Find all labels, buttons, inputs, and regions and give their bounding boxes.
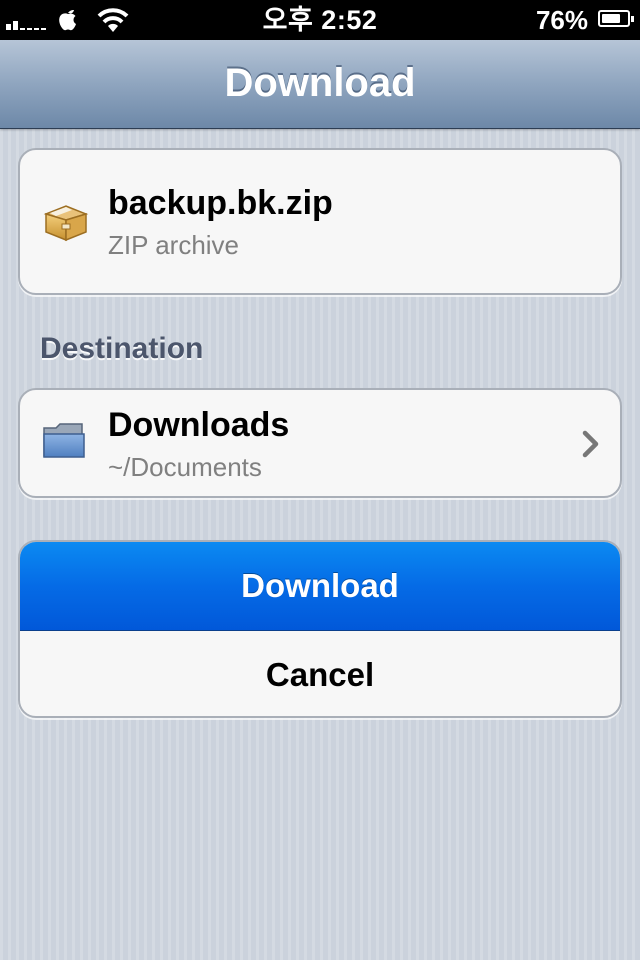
action-button-group: Download Cancel <box>18 540 622 718</box>
file-name: backup.bk.zip <box>108 184 333 222</box>
folder-icon <box>43 423 85 458</box>
battery-percent: 76% <box>535 5 588 35</box>
file-type: ZIP archive <box>108 230 240 260</box>
file-info-cell: backup.bk.zip ZIP archive <box>18 148 622 295</box>
destination-path: ~/Documents <box>108 452 262 482</box>
chevron-right-icon <box>582 430 599 458</box>
battery-icon <box>598 10 634 27</box>
download-button[interactable]: Download <box>20 542 620 631</box>
navigation-bar: Download <box>0 40 640 129</box>
destination-cell[interactable]: Downloads ~/Documents <box>18 388 622 498</box>
cancel-button[interactable]: Cancel <box>20 631 620 716</box>
page-title: Download <box>224 61 416 105</box>
status-bar: 오후 2:52 76% <box>0 0 640 40</box>
destination-folder-name: Downloads <box>108 406 290 444</box>
zip-archive-icon <box>43 205 89 242</box>
destination-section-header: Destination <box>40 332 204 365</box>
